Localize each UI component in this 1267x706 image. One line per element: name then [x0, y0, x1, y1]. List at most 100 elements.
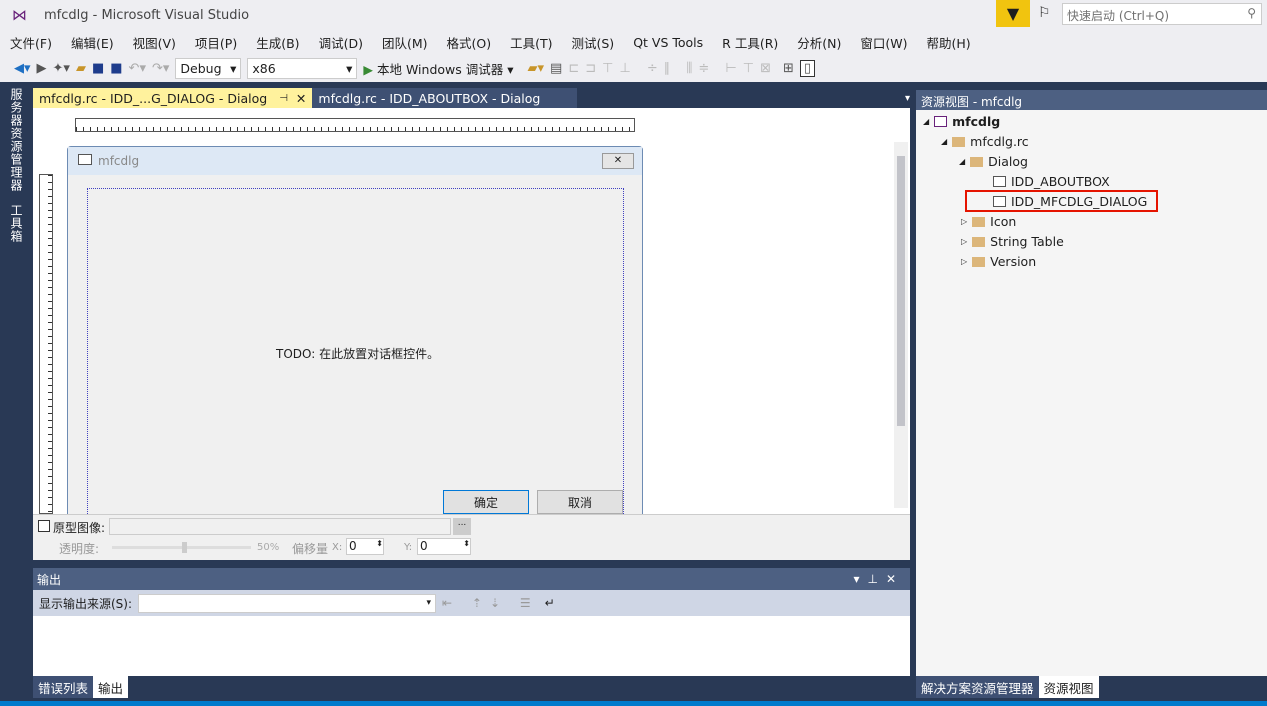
resource-view-title: 资源视图 - mfcdlg: [916, 90, 1267, 110]
prototype-checkbox[interactable]: [38, 520, 50, 532]
word-wrap-icon[interactable]: ↵: [545, 596, 555, 610]
tab-output[interactable]: 输出: [93, 676, 129, 698]
tab-list-dropdown-icon[interactable]: ▾: [905, 88, 910, 108]
offset-x-stepper[interactable]: 0 ⬍: [346, 538, 384, 555]
todo-static-text[interactable]: TODO: 在此放置对话框控件。: [276, 345, 439, 362]
project-icon: [934, 116, 948, 127]
menu-tools[interactable]: 工具(T): [510, 33, 552, 52]
folder-icon: [972, 256, 986, 267]
menu-bar: 文件(F) 编辑(E) 视图(V) 项目(P) 生成(B) 调试(D) 团队(M…: [0, 30, 1267, 54]
prototype-label: 原型图像:: [53, 521, 106, 535]
menu-window[interactable]: 窗口(W): [860, 33, 907, 52]
output-source-label: 显示输出来源(S):: [39, 596, 133, 611]
offset-label: 偏移量: [292, 542, 329, 556]
dialog-close-button[interactable]: ✕: [602, 153, 634, 169]
forward-icon[interactable]: ▶: [37, 61, 47, 76]
play-icon: ▶: [363, 61, 374, 77]
output-source-select[interactable]: ▾: [138, 593, 437, 613]
new-project-icon[interactable]: ✦▾: [53, 61, 70, 76]
open-icon[interactable]: ▰: [76, 61, 86, 76]
menu-format[interactable]: 格式(O): [447, 33, 492, 52]
tree-item-mfcdlg-dialog[interactable]: IDD_MFCDLG_DIALOG: [965, 190, 1158, 212]
feedback-icon[interactable]: ⚐: [1038, 5, 1051, 21]
folder-icon: [972, 216, 986, 227]
close-icon[interactable]: ✕: [886, 572, 904, 586]
tree-item-dialog[interactable]: ◢ Dialog: [959, 154, 1028, 169]
menu-build[interactable]: 生成(B): [256, 33, 299, 52]
dialog-resource-icon: [993, 195, 1006, 207]
output-toolbar-icons[interactable]: ⇤ ⇡⇣ ☰: [442, 596, 539, 610]
server-explorer-tab[interactable]: 服务器资源管理器: [8, 88, 25, 192]
cancel-button[interactable]: 取消: [537, 490, 623, 514]
platform-select[interactable]: x86 ▾: [247, 57, 358, 79]
dialog-title: mfcdlg: [98, 154, 140, 168]
menu-team[interactable]: 团队(M): [382, 33, 428, 52]
menu-project[interactable]: 项目(P): [195, 33, 237, 52]
offset-y-label: Y:: [404, 542, 413, 553]
pin-icon[interactable]: ⊥: [867, 572, 885, 586]
quick-launch-input[interactable]: 快速启动 (Ctrl+Q) ⚲: [1062, 3, 1262, 25]
tab-solution-explorer[interactable]: 解决方案资源管理器: [916, 676, 1039, 698]
tab-order-icon[interactable]: ▤: [550, 61, 562, 76]
output-title: 输出: [37, 572, 62, 587]
folder-icon: [952, 136, 966, 147]
grid-icon[interactable]: ⊞: [783, 61, 794, 76]
tab-resource-view[interactable]: 资源视图: [1038, 676, 1099, 698]
tree-item-aboutbox[interactable]: IDD_ABOUTBOX: [993, 174, 1110, 189]
tree-item-string-table[interactable]: ▷ String Table: [961, 234, 1064, 249]
opacity-slider[interactable]: [112, 542, 251, 553]
tree-item-icon[interactable]: ▷ Icon: [961, 214, 1016, 229]
menu-help[interactable]: 帮助(H): [927, 33, 971, 52]
vs-logo-icon: ⋈: [12, 6, 27, 24]
offset-y-stepper[interactable]: 0 ⬍: [417, 538, 471, 555]
start-debug-button[interactable]: ▶ 本地 Windows 调试器 ▾: [363, 59, 513, 78]
vertical-ruler: [39, 174, 53, 514]
pin-icon[interactable]: ⊣: [279, 93, 288, 104]
tab-mfcdlg-dialog[interactable]: mfcdlg.rc - IDD_...G_DIALOG - Dialog ⊣ ✕: [33, 88, 313, 108]
panel-menu-icon[interactable]: ▾: [853, 572, 867, 586]
status-bar: [0, 701, 1267, 706]
menu-qt[interactable]: Qt VS Tools: [633, 35, 703, 50]
tab-aboutbox-dialog[interactable]: mfcdlg.rc - IDD_ABOUTBOX - Dialog: [312, 88, 578, 108]
find-icon[interactable]: ▰▾: [528, 61, 545, 76]
save-icon[interactable]: ■: [92, 61, 104, 76]
document-tabs: mfcdlg.rc - IDD_...G_DIALOG - Dialog ⊣ ✕…: [33, 88, 910, 108]
undo-icon[interactable]: ↶▾: [129, 61, 146, 76]
config-select[interactable]: Debug ▾: [175, 57, 242, 79]
prototype-path-input[interactable]: [109, 518, 451, 535]
tab-error-list[interactable]: 错误列表: [33, 676, 94, 698]
back-icon[interactable]: ◀▾: [14, 61, 31, 76]
folder-icon: [970, 156, 984, 167]
opacity-label: 透明度:: [59, 542, 100, 556]
save-all-icon[interactable]: ■: [110, 61, 122, 76]
toolbox-tab[interactable]: 工具箱: [8, 204, 25, 243]
vertical-scrollbar[interactable]: [894, 142, 908, 508]
output-panel: 输出 ▾⊥✕ 显示输出来源(S): ▾ ⇤ ⇡⇣ ☰ ↵: [33, 568, 910, 676]
align-toolbar-icons[interactable]: ⊏⊐⊤⊥ ÷∥ ⫼≑ ⊢⊤⊠: [568, 61, 777, 76]
opacity-value: 50%: [257, 542, 280, 553]
dialog-editor: mfcdlg ✕ TODO: 在此放置对话框控件。 确定 取消 原型图像: ..…: [33, 108, 910, 560]
resource-view-panel: 资源视图 - mfcdlg ◢ mfcdlg ◢ mfcdlg.rc ◢ Dialog…: [916, 90, 1267, 676]
menu-analyze[interactable]: 分析(N): [797, 33, 841, 52]
menu-debug[interactable]: 调试(D): [319, 33, 363, 52]
prototype-bar: 原型图像: ... 透明度: 50% 偏移量 X: 0 ⬍ Y: 0 ⬍: [33, 514, 910, 560]
notification-filter-icon[interactable]: ▼: [996, 0, 1030, 27]
bottom-tabs: 错误列表 输出: [33, 676, 129, 698]
prototype-browse-button[interactable]: ...: [453, 518, 471, 535]
ok-button[interactable]: 确定: [443, 490, 529, 514]
tree-item-mfcdlg[interactable]: ◢ mfcdlg: [923, 114, 1000, 129]
opacity-slider-thumb[interactable]: [181, 542, 187, 553]
guides-icon[interactable]: ▯: [799, 59, 816, 77]
tree-item-rc-file[interactable]: ◢ mfcdlg.rc: [941, 134, 1029, 149]
menu-file[interactable]: 文件(F): [10, 33, 52, 52]
redo-icon[interactable]: ↷▾: [152, 61, 169, 76]
dialog-resource-icon: [993, 176, 1006, 187]
menu-r-tools[interactable]: R 工具(R): [722, 33, 778, 52]
tree-item-version[interactable]: ▷ Version: [961, 254, 1036, 269]
close-icon[interactable]: ✕: [296, 91, 306, 106]
dialog-app-icon: [78, 154, 92, 165]
menu-view[interactable]: 视图(V): [133, 33, 176, 52]
menu-test[interactable]: 测试(S): [571, 33, 614, 52]
dialog-frame[interactable]: mfcdlg ✕ TODO: 在此放置对话框控件。 确定 取消: [67, 146, 643, 518]
menu-edit[interactable]: 编辑(E): [71, 33, 114, 52]
